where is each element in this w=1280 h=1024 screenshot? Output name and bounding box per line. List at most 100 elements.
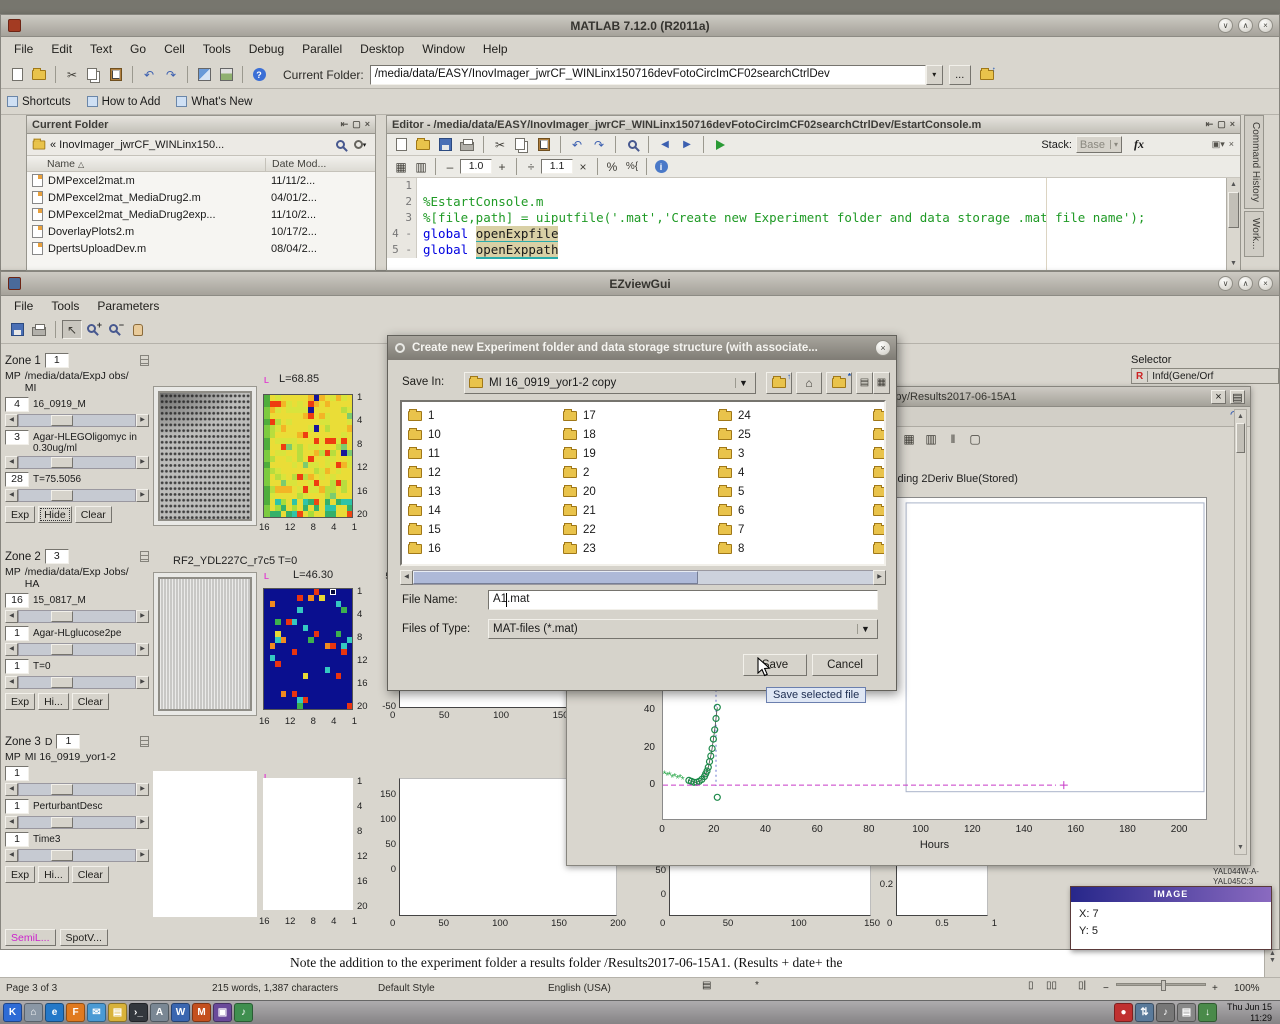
close-icon[interactable]: ×	[1211, 390, 1226, 404]
side-tab-work[interactable]: Work...	[1244, 211, 1264, 256]
zone-field-value[interactable]: 28	[5, 472, 29, 487]
zone-field-value[interactable]: 1	[5, 832, 29, 847]
up-folder-button[interactable]: ↑	[766, 372, 792, 394]
image-viewer-icon[interactable]: ▣	[213, 1003, 232, 1022]
cut-icon[interactable]: ✂	[490, 135, 510, 154]
scrollbar-thumb[interactable]	[413, 571, 698, 584]
gear-icon[interactable]: ▾	[350, 135, 370, 154]
find-icon[interactable]	[622, 135, 642, 154]
slider-thumb[interactable]	[51, 457, 73, 468]
value-field-2[interactable]: 1.1	[541, 159, 573, 174]
scroll-down-icon[interactable]: ▼	[1235, 841, 1246, 854]
dialog-titlebar[interactable]: Create new Experiment folder and data st…	[388, 336, 896, 360]
menu-item-tools[interactable]: Tools	[194, 39, 240, 59]
zone-field-value[interactable]: 1	[5, 799, 29, 814]
folder-item[interactable]: 10	[408, 425, 557, 444]
save-button[interactable]: Save	[743, 654, 807, 676]
results-scrollbar[interactable]: ▲ ▼	[1234, 409, 1247, 855]
redo-icon[interactable]: ↷	[161, 65, 181, 84]
slider-thumb[interactable]	[51, 611, 73, 622]
slider-track[interactable]	[18, 676, 136, 689]
slider[interactable]: ◀▶	[5, 489, 149, 502]
fx-icon[interactable]: fx	[1134, 137, 1144, 152]
folder-item[interactable]	[873, 520, 886, 539]
file-name-input[interactable]: A1.mat	[488, 590, 878, 610]
menu-item-desktop[interactable]: Desktop	[351, 39, 413, 59]
browse-folder-button[interactable]: ...	[949, 65, 971, 85]
selector-row[interactable]: R Infd(Gene/Orf	[1131, 368, 1279, 384]
column-header-date[interactable]: Date Mod...	[265, 158, 326, 172]
save-icon[interactable]	[7, 320, 27, 339]
show-desktop-icon[interactable]: ⌂	[24, 1003, 43, 1022]
close-icon[interactable]: ×	[1258, 276, 1273, 291]
folder-item[interactable]: 2	[563, 463, 712, 482]
slider-track[interactable]	[18, 643, 136, 656]
email-icon[interactable]: ✉	[87, 1003, 106, 1022]
slider-track[interactable]	[18, 783, 136, 796]
menu-item-cell[interactable]: Cell	[155, 39, 194, 59]
minimize-icon[interactable]: ∨	[1218, 18, 1233, 33]
menu-item-edit[interactable]: Edit	[42, 39, 81, 59]
scrollbar-thumb[interactable]	[1228, 192, 1239, 228]
folder-item[interactable]: 3	[718, 444, 867, 463]
menu-item-file[interactable]: File	[5, 39, 42, 59]
scroll-up-icon[interactable]: ▲	[1235, 410, 1246, 423]
info-icon[interactable]: i	[651, 157, 671, 176]
slider-right-icon[interactable]: ▶	[136, 643, 149, 656]
path-dropdown-icon[interactable]: ▾	[926, 65, 943, 85]
slider[interactable]: ◀▶	[5, 783, 149, 796]
undo-icon[interactable]: ↶	[139, 65, 159, 84]
folder-item[interactable]	[873, 406, 886, 425]
folder-item[interactable]: 23	[563, 539, 712, 558]
files-type-select[interactable]: MAT-files (*.mat) ▼	[488, 619, 878, 639]
plate-image-1[interactable]	[153, 386, 257, 526]
cancel-button[interactable]: Cancel	[812, 654, 878, 676]
save-icon[interactable]	[435, 135, 455, 154]
cut-icon[interactable]: ✂	[62, 65, 82, 84]
zone-field-value[interactable]: 1	[5, 626, 29, 641]
increase-icon[interactable]: +	[492, 157, 512, 176]
slider-right-icon[interactable]: ▶	[136, 676, 149, 689]
close-icon[interactable]: ×	[1258, 18, 1273, 33]
shortcut-item-howtoadd[interactable]: How to Add	[87, 96, 161, 108]
multiply-icon[interactable]: ×	[573, 157, 593, 176]
forward-icon[interactable]: ▶	[677, 135, 697, 154]
print-icon[interactable]	[29, 320, 49, 339]
text-editor-icon[interactable]: A	[150, 1003, 169, 1022]
legend-icon[interactable]: ▢	[965, 430, 985, 449]
zoom-slider-thumb[interactable]	[1161, 980, 1166, 991]
menu-item-tools[interactable]: Tools	[42, 296, 88, 316]
column-header-name[interactable]: Name △	[27, 156, 88, 171]
folder-item[interactable]: 7	[718, 520, 867, 539]
undo-icon[interactable]: ↶	[567, 135, 587, 154]
language-indicator[interactable]: English (USA)	[548, 983, 611, 994]
web-browser-icon[interactable]: e	[45, 1003, 64, 1022]
folder-item[interactable]: 20	[563, 482, 712, 501]
heatmap-cell[interactable]	[347, 703, 353, 709]
slider-track[interactable]	[18, 489, 136, 502]
copy-icon[interactable]	[84, 65, 104, 84]
zoom-slider[interactable]	[1116, 983, 1206, 986]
folder-item[interactable]: 24	[718, 406, 867, 425]
folder-item[interactable]: 12	[408, 463, 557, 482]
folder-item[interactable]: 22	[563, 520, 712, 539]
zoom-out-icon[interactable]: −	[106, 320, 126, 339]
zone-button-exp[interactable]: Exp	[5, 693, 35, 710]
folder-item[interactable]: 11	[408, 444, 557, 463]
menu-item-parallel[interactable]: Parallel	[293, 39, 351, 59]
search-icon[interactable]	[330, 135, 350, 154]
folder-item[interactable]: 17	[563, 406, 712, 425]
slider-right-icon[interactable]: ▶	[136, 816, 149, 829]
zone-field-value[interactable]: 4	[5, 397, 29, 412]
folder-list[interactable]: 1101112131415161718192202122232425345678	[400, 400, 886, 566]
folder-item[interactable]: 5	[718, 482, 867, 501]
zone-field-value[interactable]: 3	[5, 430, 29, 445]
divide-icon[interactable]: ÷	[521, 157, 541, 176]
folder-item[interactable]: 4	[718, 463, 867, 482]
minimize-icon[interactable]: ∨	[1218, 276, 1233, 291]
run-icon[interactable]	[710, 135, 730, 154]
zone-button-hide[interactable]: Hide	[38, 506, 72, 523]
slider-track[interactable]	[18, 816, 136, 829]
folder-item[interactable]: 18	[563, 425, 712, 444]
multi-page-view-icon[interactable]: ▯▯	[1046, 981, 1057, 991]
